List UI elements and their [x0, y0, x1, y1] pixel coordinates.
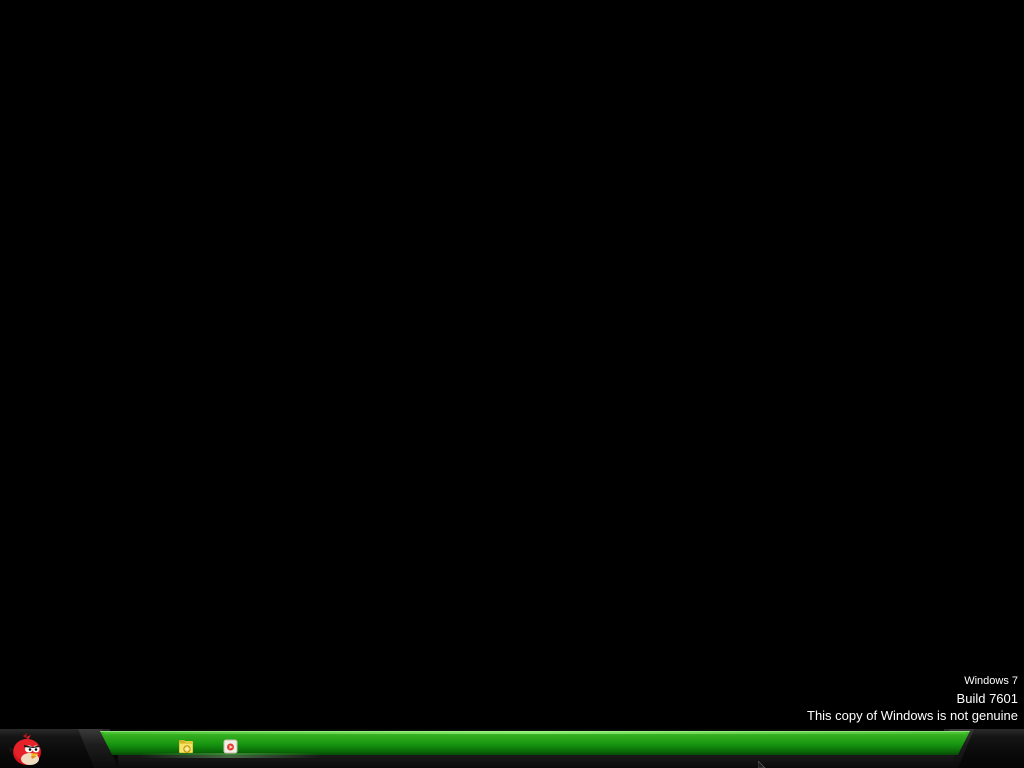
watermark-build: Build 7601	[956, 691, 1018, 706]
start-button[interactable]	[9, 732, 45, 768]
taskbar-green-highlight	[104, 731, 966, 734]
pinned-media-player-button[interactable]	[222, 738, 240, 756]
red-angry-bird-icon	[9, 733, 41, 765]
mouse-cursor-icon	[758, 761, 766, 768]
genuine-watermark: Windows 7 Build 7601 This copy of Window…	[807, 675, 1018, 723]
desktop[interactable]: Windows 7 Build 7601 This copy of Window…	[0, 0, 1024, 768]
taskbar[interactable]	[0, 729, 1024, 768]
pinned-explorer-button[interactable]	[178, 738, 196, 756]
watermark-os-name: Windows 7	[964, 675, 1018, 687]
folder-icon	[179, 740, 193, 753]
media-player-icon	[223, 739, 238, 754]
watermark-genuine-notice: This copy of Windows is not genuine	[807, 708, 1018, 723]
